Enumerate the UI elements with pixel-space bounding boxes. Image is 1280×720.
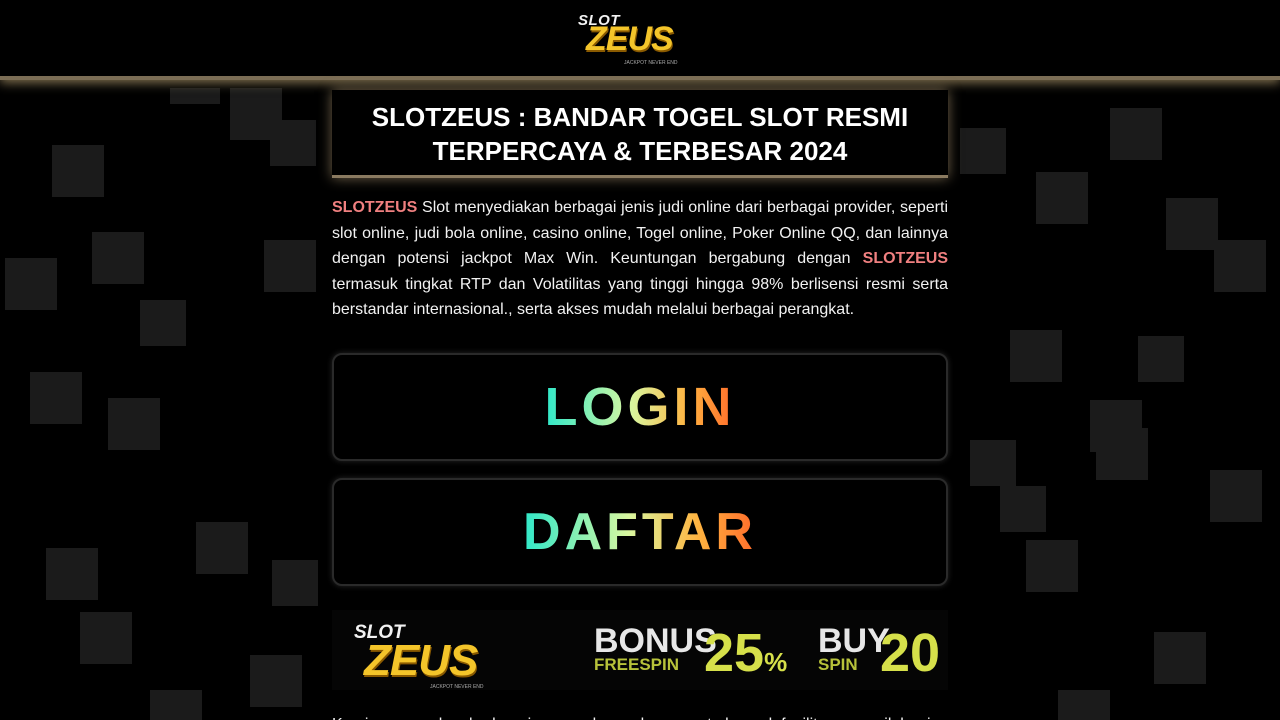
intro-text-part-2: termasuk tingkat RTP dan Volatilitas yan… [332, 275, 948, 319]
intro-text-part-1: Slot menyediakan berbagai jenis judi onl… [332, 199, 948, 267]
buy-spin-value: 20 [880, 622, 941, 683]
register-button[interactable]: DAFTAR [332, 477, 948, 586]
bonus-freespin-label: BONUS FREESPIN [594, 621, 717, 674]
page-title-box: SLOTZEUS : BANDAR TOGEL SLOT RESMI TERPE… [332, 90, 948, 178]
outro-paragraph: Kami menawarkan berbagai macam bonus bes… [332, 712, 948, 720]
banner-logo-main: ZEUS [364, 635, 478, 685]
intro-paragraph: SLOTZEUS Slot menyediakan berbagai jenis… [332, 195, 948, 323]
login-button[interactable]: LOGIN [332, 352, 948, 461]
logo-tagline: JACKPOT NEVER END [624, 60, 678, 66]
site-logo[interactable]: SLOT ZEUS JACKPOT NEVER END [574, 8, 706, 68]
bonus-unit: % [764, 646, 788, 677]
brand-highlight: SLOTZEUS [862, 250, 948, 267]
banner-logo-tagline: JACKPOT NEVER END [430, 683, 484, 690]
main-content: SLOTZEUS : BANDAR TOGEL SLOT RESMI TERPE… [332, 90, 948, 720]
promo-banner[interactable]: SLOT ZEUS JACKPOT NEVER END BONUS FREESP… [332, 609, 948, 690]
login-button-label: LOGIN [544, 376, 736, 437]
title-line-2: TERPERCAYA & TERBESAR 2024 [432, 136, 848, 166]
top-header: SLOT ZEUS JACKPOT NEVER END [0, 0, 1280, 80]
brand-highlight: SLOTZEUS [332, 199, 418, 216]
logo-main-text: ZEUS [586, 20, 674, 58]
title-line-1: SLOTZEUS : BANDAR TOGEL SLOT RESMI [371, 102, 909, 132]
bonus-line-1: BONUS [594, 621, 717, 660]
bonus-percent: 25% [704, 622, 787, 684]
register-button-label: DAFTAR [523, 502, 757, 561]
page-title: SLOTZEUS : BANDAR TOGEL SLOT RESMI TERPE… [332, 100, 948, 168]
bonus-value: 25 [704, 622, 765, 683]
